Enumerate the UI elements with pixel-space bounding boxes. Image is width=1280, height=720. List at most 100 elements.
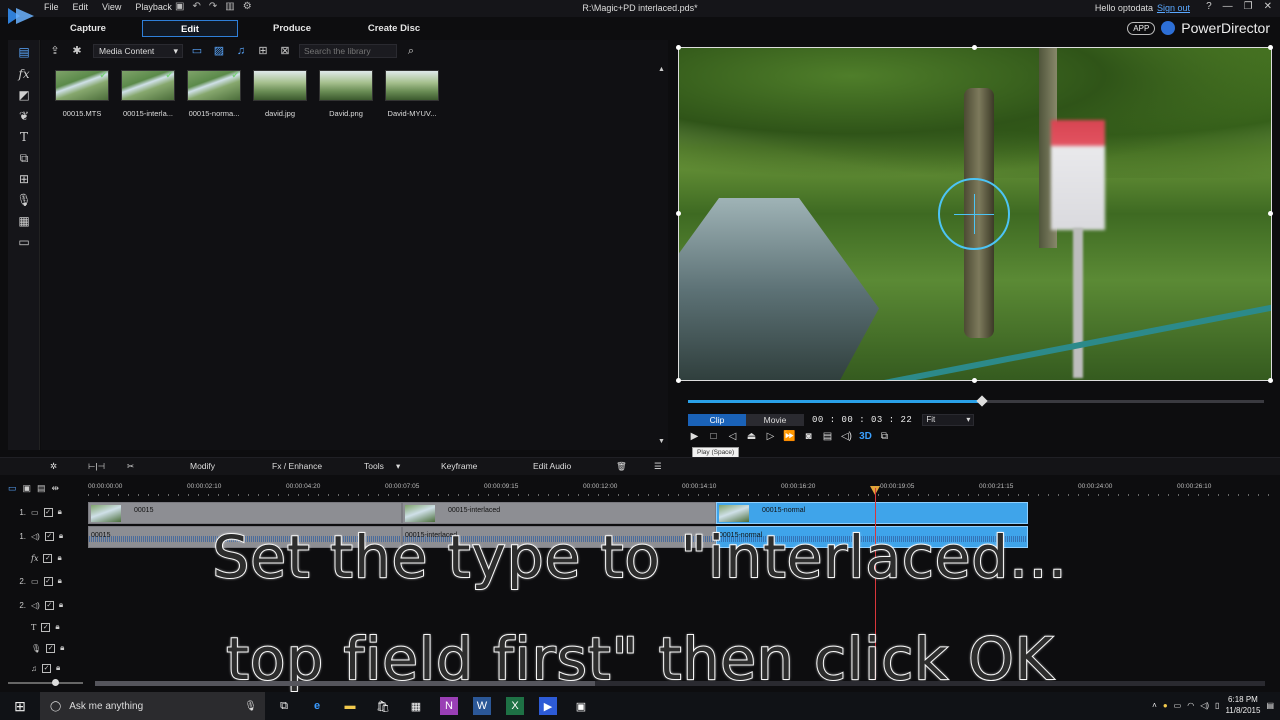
more-options-icon[interactable]: ☰ xyxy=(654,461,662,472)
scrubber-knob[interactable] xyxy=(976,395,988,407)
track-enable-checkbox[interactable]: ✓ xyxy=(43,507,53,517)
scroll-down-icon[interactable]: ▼ xyxy=(658,438,665,445)
motion-target-icon[interactable] xyxy=(938,178,1010,250)
resize-handle[interactable] xyxy=(676,45,681,50)
file-explorer-icon[interactable]: ▬ xyxy=(341,697,359,715)
video-clip[interactable]: 00015 xyxy=(88,502,402,524)
track-manager-icon[interactable]: ▤ xyxy=(37,483,46,494)
library-scrollbar[interactable]: ▲ ▼ xyxy=(658,66,666,446)
tab-produce[interactable]: Produce xyxy=(244,20,340,37)
snapshot-icon[interactable]: ◙ xyxy=(802,431,815,442)
scroll-up-icon[interactable]: ▲ xyxy=(658,66,666,73)
movie-mode-button[interactable]: Movie xyxy=(746,414,804,426)
insert-icon[interactable]: ⊢|⊣ xyxy=(88,461,105,472)
split-icon[interactable]: ⏏ xyxy=(745,431,758,442)
tools-button[interactable]: Tools xyxy=(364,461,384,471)
media-room-icon[interactable]: ▤ xyxy=(16,44,32,60)
audio-mixing-room-icon[interactable]: ⊞ xyxy=(16,171,32,187)
subtitle-room-icon[interactable]: ▭ xyxy=(16,234,32,250)
tray-app-icon[interactable]: ● xyxy=(1163,701,1168,710)
resize-handle[interactable] xyxy=(1268,211,1273,216)
preview-window[interactable] xyxy=(678,47,1272,381)
search-icon[interactable]: ⌕ xyxy=(403,44,419,58)
network-icon[interactable]: ▭ xyxy=(1174,701,1182,710)
3d-icon[interactable]: 3D xyxy=(859,431,872,442)
library-menu-icon[interactable]: ⊠ xyxy=(277,44,293,58)
fit-timeline-icon[interactable]: ⇹ xyxy=(52,483,60,494)
media-content-dropdown[interactable]: Media Content xyxy=(93,44,183,58)
media-item[interactable]: David.png xyxy=(319,70,373,118)
app-button[interactable]: APP xyxy=(1127,21,1156,35)
excel-icon[interactable]: X xyxy=(506,697,524,715)
lock-icon[interactable]: 🔒︎ xyxy=(59,600,63,610)
volume-icon[interactable]: ◁) xyxy=(1200,701,1209,710)
media-item[interactable]: ✔ 00015-norma... xyxy=(187,70,241,118)
minimize-icon[interactable]: — xyxy=(1223,1,1233,12)
edge-browser-icon[interactable]: e xyxy=(308,697,326,715)
timecode-display[interactable]: 00 : 00 : 03 : 22 xyxy=(812,415,912,425)
play-icon[interactable]: ▶ xyxy=(688,431,701,442)
resize-handle[interactable] xyxy=(1268,378,1273,383)
volume-icon[interactable]: ◁) xyxy=(840,431,853,442)
resize-handle[interactable] xyxy=(1268,45,1273,50)
zoom-knob[interactable] xyxy=(52,679,59,686)
tab-capture[interactable]: Capture xyxy=(40,20,136,37)
magic-tools-icon[interactable]: ✲ xyxy=(50,461,57,472)
powerdirector-taskbar-icon[interactable]: ▶ xyxy=(539,697,557,715)
split-clip-icon[interactable]: ✂ xyxy=(127,461,134,472)
video-filter-icon[interactable]: ▭ xyxy=(189,44,205,58)
stop-icon[interactable]: □ xyxy=(707,431,720,442)
voiceover-room-icon[interactable]: 🎙 xyxy=(16,192,32,208)
onenote-icon[interactable]: N xyxy=(440,697,458,715)
pip-room-icon[interactable]: ◩ xyxy=(16,87,32,103)
sign-out-link[interactable]: Sign out xyxy=(1157,3,1190,13)
timeline-ruler[interactable]: 00:00:00:00 00:00:02:10 00:00:04:20 00:0… xyxy=(88,480,1270,498)
timeline-view-icon[interactable]: ▭ xyxy=(8,483,17,494)
transition-room-icon[interactable]: ⧉ xyxy=(16,150,32,166)
resize-handle[interactable] xyxy=(972,378,977,383)
tray-expand-icon[interactable]: ˄ xyxy=(1152,701,1157,710)
resize-handle[interactable] xyxy=(676,378,681,383)
modify-button[interactable]: Modify xyxy=(190,461,215,471)
audio-filter-icon[interactable]: ♫ xyxy=(233,44,249,58)
fx-enhance-button[interactable]: Fx / Enhance xyxy=(272,461,322,471)
task-view-icon[interactable]: ⧉ xyxy=(275,697,293,715)
zoom-fit-dropdown[interactable]: Fit xyxy=(922,414,975,426)
wifi-icon[interactable]: ◠ xyxy=(1187,701,1194,710)
timeline-horizontal-scrollbar[interactable] xyxy=(95,681,1265,686)
title-room-icon[interactable]: T xyxy=(16,129,32,145)
cortana-search-box[interactable]: ◯ Ask me anything 🎙 xyxy=(40,692,265,720)
delete-icon[interactable]: 🗑 xyxy=(616,461,627,472)
help-icon[interactable]: ? xyxy=(1206,1,1212,12)
resize-handle[interactable] xyxy=(676,211,681,216)
timeline-zoom-slider[interactable] xyxy=(8,679,83,686)
import-media-icon[interactable]: ⇪ xyxy=(47,44,63,58)
track-enable-checkbox[interactable]: ✓ xyxy=(44,600,54,610)
search-library-input[interactable] xyxy=(299,44,397,58)
particle-room-icon[interactable]: ❦ xyxy=(16,108,32,124)
lock-icon[interactable]: 🔒︎ xyxy=(58,507,62,517)
store-icon[interactable]: 🛍 xyxy=(374,697,392,715)
edit-audio-button[interactable]: Edit Audio xyxy=(533,461,571,471)
chapter-room-icon[interactable]: ▦ xyxy=(16,213,32,229)
media-item[interactable]: ✔ 00015.MTS xyxy=(55,70,109,118)
calculator-icon[interactable]: ▦ xyxy=(407,697,425,715)
video-clip-selected[interactable]: 00015-normal xyxy=(716,502,1028,524)
tab-create-disc[interactable]: Create Disc xyxy=(346,20,442,37)
subtitle-icon[interactable]: ▤ xyxy=(821,431,834,442)
scrollbar-thumb[interactable] xyxy=(95,681,595,686)
windows-start-icon[interactable]: ⊞ xyxy=(0,698,40,715)
clip-mode-button[interactable]: Clip xyxy=(688,414,746,426)
media-item[interactable]: david.jpg xyxy=(253,70,307,118)
fx-room-icon[interactable]: fx xyxy=(16,66,32,82)
monitor-app-icon[interactable]: ▣ xyxy=(572,697,590,715)
preview-scrubber[interactable] xyxy=(688,395,1264,407)
resize-handle[interactable] xyxy=(972,45,977,50)
tools-dropdown-icon[interactable]: ▾ xyxy=(396,461,400,472)
plugin-icon[interactable]: ✱ xyxy=(69,44,85,58)
previous-frame-icon[interactable]: ◁ xyxy=(726,431,739,442)
video-clip[interactable]: 00015-interlaced xyxy=(402,502,716,524)
image-filter-icon[interactable]: ▨ xyxy=(211,44,227,58)
fast-forward-icon[interactable]: ⏩ xyxy=(783,431,796,442)
taskbar-clock[interactable]: 6:18 PM 11/8/2015 xyxy=(1225,694,1260,716)
